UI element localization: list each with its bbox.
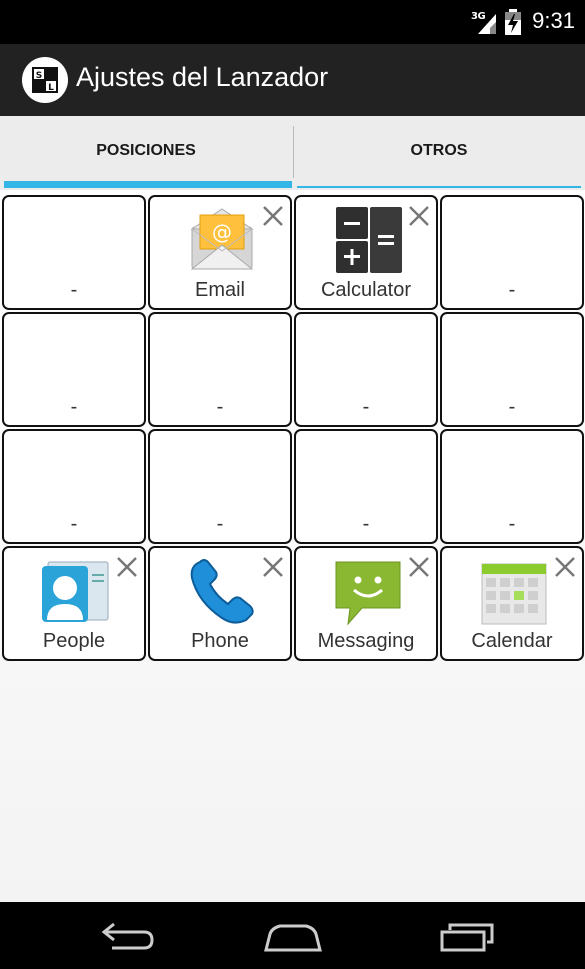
cell-label: - xyxy=(362,513,370,535)
grid-cell[interactable]: - xyxy=(294,429,438,544)
remove-icon[interactable] xyxy=(408,556,430,578)
phone-icon xyxy=(186,556,258,628)
cell-label: Messaging xyxy=(317,630,415,652)
grid-cell[interactable]: - xyxy=(2,195,146,310)
tab-selected-indicator xyxy=(4,181,292,188)
cell-label: - xyxy=(216,396,224,418)
launcher-settings-icon[interactable]: S L xyxy=(22,57,68,103)
grid-cell[interactable]: - xyxy=(440,429,584,544)
calendar-icon xyxy=(478,556,550,628)
tab-otros-label: OTROS xyxy=(410,142,468,159)
svg-text:L: L xyxy=(48,83,54,93)
cell-label: - xyxy=(216,513,224,535)
cell-label: - xyxy=(508,513,516,535)
grid-cell[interactable]: - xyxy=(2,312,146,427)
grid-cell[interactable]: Messaging xyxy=(294,546,438,661)
calculator-icon xyxy=(332,205,404,277)
navigation-bar xyxy=(0,902,585,969)
grid-cell[interactable]: - xyxy=(294,312,438,427)
status-clock: 9:31 xyxy=(532,8,575,33)
cell-label: - xyxy=(70,396,78,418)
cell-label: - xyxy=(70,513,78,535)
remove-icon[interactable] xyxy=(262,556,284,578)
svg-text:@: @ xyxy=(212,220,232,244)
email-icon: @ xyxy=(186,205,258,277)
remove-icon[interactable] xyxy=(262,205,284,227)
grid-cell[interactable]: Phone xyxy=(148,546,292,661)
grid-cell[interactable]: - xyxy=(148,429,292,544)
cell-label: Calculator xyxy=(320,279,412,301)
positions-panel: - @ Email Calculator - - - - - - - - - People Phone Mes… xyxy=(0,190,585,902)
cell-label: Calendar xyxy=(471,630,553,652)
remove-icon[interactable] xyxy=(116,556,138,578)
cell-label: People xyxy=(42,630,106,652)
cell-label: Phone xyxy=(191,630,249,652)
grid-cell[interactable]: - xyxy=(440,312,584,427)
cell-label: Email xyxy=(194,279,245,301)
cell-label: - xyxy=(70,279,78,301)
cell-label: - xyxy=(362,396,370,418)
home-icon[interactable] xyxy=(258,920,328,954)
tab-posiciones-label: POSICIONES xyxy=(96,142,196,159)
grid-cell[interactable]: Calculator xyxy=(294,195,438,310)
grid-cell[interactable]: - xyxy=(148,312,292,427)
grid-cell[interactable]: People xyxy=(2,546,146,661)
grid-cell[interactable]: - xyxy=(2,429,146,544)
signal-icon xyxy=(478,14,496,34)
battery-icon xyxy=(505,9,521,35)
people-icon xyxy=(40,556,112,628)
app-title: Ajustes del Lanzador xyxy=(76,62,329,92)
svg-text:S: S xyxy=(36,71,42,81)
action-bar: S L Ajustes del Lanzador xyxy=(0,44,585,116)
recent-apps-icon[interactable] xyxy=(432,920,502,954)
tab-otros[interactable]: OTROS xyxy=(293,116,585,190)
tab-bar: POSICIONES OTROS xyxy=(0,116,585,190)
grid-cell[interactable]: Calendar xyxy=(440,546,584,661)
remove-icon[interactable] xyxy=(554,556,576,578)
remove-icon[interactable] xyxy=(408,205,430,227)
grid-cell[interactable]: @ Email xyxy=(148,195,292,310)
cell-label: - xyxy=(508,279,516,301)
tab-underline xyxy=(297,186,581,188)
status-bar: 3G 9:31 xyxy=(0,0,585,44)
grid-cell[interactable]: - xyxy=(440,195,584,310)
back-icon[interactable] xyxy=(92,920,162,954)
messaging-icon xyxy=(332,556,404,628)
cell-label: - xyxy=(508,396,516,418)
tab-posiciones[interactable]: POSICIONES xyxy=(0,116,292,190)
